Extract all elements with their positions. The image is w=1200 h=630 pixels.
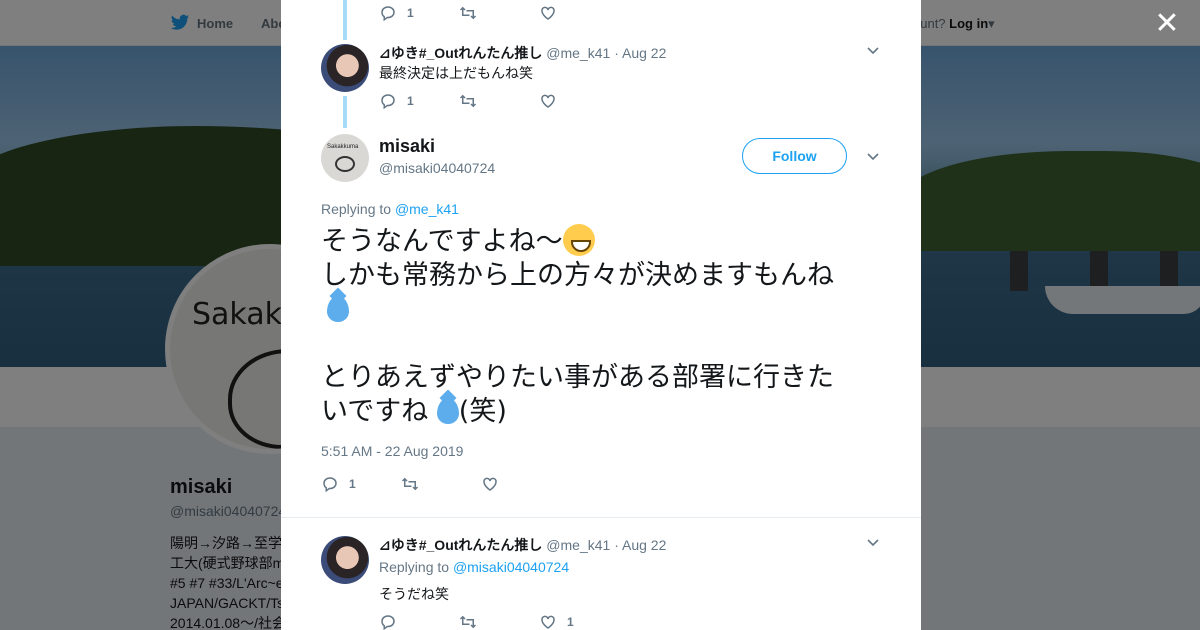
user-handle[interactable]: @me_k41 [546, 45, 610, 61]
retweet-icon [401, 477, 419, 491]
main-user-handle[interactable]: @misaki04040724 [379, 160, 495, 176]
heart-icon [483, 477, 497, 491]
tweet-header: ⊿ゆき#_Outれんたん推し @me_k41 · Aug 22 [379, 537, 667, 553]
reply-icon [381, 615, 395, 630]
like-button[interactable] [481, 475, 561, 493]
user-handle[interactable]: @me_k41 [546, 537, 610, 553]
tweet-actions: 1 [379, 4, 619, 22]
like-button[interactable]: 1 [539, 613, 619, 630]
reply-icon [381, 94, 395, 110]
follow-button[interactable]: Follow [742, 138, 847, 174]
avatar[interactable] [321, 536, 369, 584]
reply-tweet[interactable]: ⊿ゆき#_Outれんたん推し @me_k41 · Aug 22 Replying… [321, 535, 881, 630]
retweet-icon [459, 94, 477, 108]
heart-icon [541, 615, 555, 629]
reply-button[interactable]: 1 [321, 475, 401, 493]
tweet-modal: 1 ⊿ゆき#_Outれんたん推し @me_k41 · Aug 22 最終決定は上… [281, 0, 921, 630]
tweet-header: ⊿ゆき#_Outれんたん推し @me_k41 · Aug 22 [379, 45, 667, 61]
tweet-date[interactable]: Aug 22 [622, 45, 666, 61]
reply-icon [381, 6, 395, 22]
replying-to: Replying to @misaki04040724 [379, 559, 570, 575]
reply-button[interactable]: 1 [379, 92, 459, 110]
tweet-actions: 1 [379, 92, 619, 110]
main-tweet-actions: 1 [321, 475, 561, 493]
heart-icon [541, 6, 555, 20]
close-icon[interactable]: ✕ [1152, 9, 1182, 40]
tweet-timestamp[interactable]: 5:51 AM - 22 Aug 2019 [321, 443, 463, 459]
grinning-sweat-emoji-icon [562, 224, 595, 256]
retweet-button[interactable] [459, 613, 539, 630]
retweet-button[interactable] [459, 4, 539, 22]
replying-to: Replying to @me_k41 [321, 201, 459, 217]
droplet-emoji-icon [327, 296, 349, 322]
main-avatar[interactable]: Sakakkuma [321, 134, 369, 182]
thread-connector [343, 0, 347, 40]
reply-tweet[interactable]: ⊿ゆき#_Outれんたん推し @me_k41 · Aug 22 最終決定は上だも… [321, 43, 881, 123]
retweet-button[interactable] [459, 92, 539, 110]
reply-icon [323, 477, 337, 493]
main-tweet-text: そうなんですよね〜 しかも常務から上の方々が決めますもんね とりあえずやりたい事… [321, 224, 834, 427]
user-name[interactable]: ⊿ゆき#_Outれんたん推し [379, 537, 542, 553]
heart-icon [541, 94, 555, 108]
user-name[interactable]: ⊿ゆき#_Outれんたん推し [379, 45, 542, 61]
tweet-text: そうだね笑 [379, 586, 449, 602]
chevron-down-icon[interactable] [867, 153, 879, 161]
like-button[interactable] [539, 4, 619, 22]
retweet-icon [459, 6, 477, 20]
retweet-icon [459, 615, 477, 629]
chevron-down-icon[interactable] [867, 539, 879, 547]
tweet-text: 最終決定は上だもんね笑 [379, 65, 533, 81]
tweet-actions: 1 [379, 613, 619, 630]
mention-link[interactable]: @misaki04040724 [453, 559, 569, 575]
avatar-logo-mark: Sakakkuma [327, 144, 359, 150]
chevron-down-icon[interactable] [867, 47, 879, 55]
divider [281, 517, 921, 518]
main-user-name[interactable]: misaki [379, 136, 435, 157]
tweet-date[interactable]: Aug 22 [622, 537, 666, 553]
avatar[interactable] [321, 44, 369, 92]
droplet-emoji-icon [436, 398, 459, 424]
retweet-button[interactable] [401, 475, 481, 493]
mention-link[interactable]: @me_k41 [395, 201, 459, 217]
like-button[interactable] [539, 92, 619, 110]
replying-prefix: Replying to [321, 201, 392, 217]
reply-button[interactable]: 1 [379, 4, 459, 22]
reply-button[interactable] [379, 613, 459, 630]
